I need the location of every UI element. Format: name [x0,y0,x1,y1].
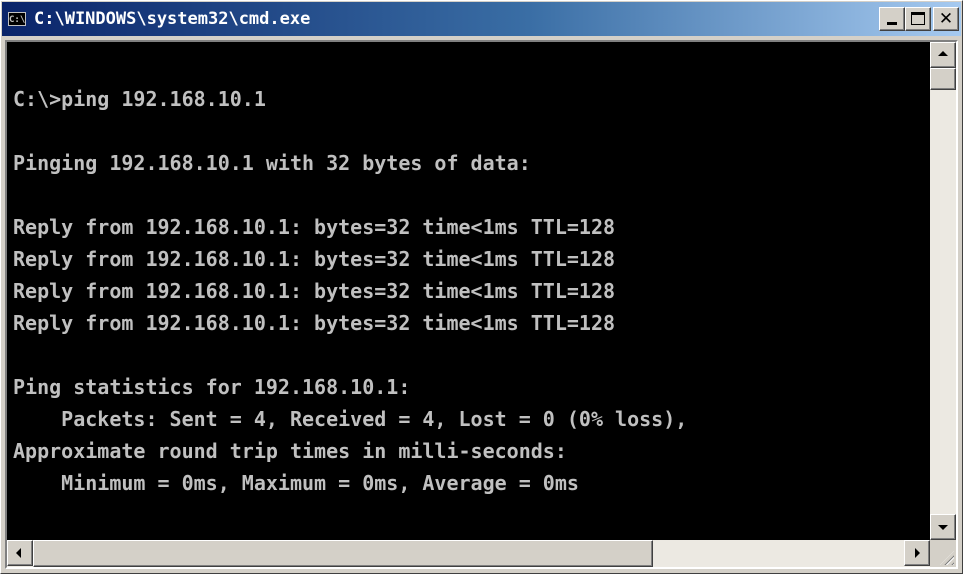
vertical-scroll-thumb[interactable] [930,68,956,90]
horizontal-scrollbar[interactable] [7,540,930,567]
console-output[interactable]: C:\>ping 192.168.10.1 Pinging 192.168.10.… [7,42,930,540]
cmd-window: C:\ C:\WINDOWS\system32\cmd.exe ✕ C:\>pi… [0,0,963,574]
console-icon[interactable]: C:\ [8,12,26,26]
console-lines: C:\>ping 192.168.10.1 Pinging 192.168.10.… [13,51,687,531]
close-button[interactable]: ✕ [933,7,959,31]
scroll-left-button[interactable] [7,540,33,566]
minimize-icon [887,22,897,25]
console-line: Ping statistics for 192.168.10.1: [13,375,411,399]
console-line: Pinging 192.168.10.1 with 32 bytes of da… [13,151,531,175]
console-line: Minimum = 0ms, Maximum = 0ms, Average = … [13,471,579,495]
console-line: Reply from 192.168.10.1: bytes=32 time<1… [13,279,616,303]
resize-grip[interactable] [930,540,956,567]
horizontal-scroll-thumb[interactable] [33,540,653,567]
console-line: Reply from 192.168.10.1: bytes=32 time<1… [13,247,616,271]
console-client-area: C:\>ping 192.168.10.1 Pinging 192.168.10.… [5,40,958,569]
scroll-right-button[interactable] [904,540,930,566]
resize-grip-icon [940,551,954,565]
vertical-scrollbar[interactable] [930,42,956,540]
down-arrow-icon [938,525,948,530]
scroll-up-button[interactable] [930,42,956,68]
console-line: C:\>ping 192.168.10.1 [13,87,266,111]
minimize-button[interactable] [879,7,905,31]
title-bar[interactable]: C:\ C:\WINDOWS\system32\cmd.exe ✕ [2,2,961,36]
window-title: C:\WINDOWS\system32\cmd.exe [34,9,311,29]
close-icon: ✕ [938,9,954,29]
console-line: Reply from 192.168.10.1: bytes=32 time<1… [13,311,616,335]
maximize-button[interactable] [905,7,931,31]
right-arrow-icon [915,548,920,558]
up-arrow-icon [938,51,948,56]
scroll-down-button[interactable] [930,514,956,540]
console-line: Approximate round trip times in milli-se… [13,439,567,463]
left-arrow-icon [16,548,21,558]
maximize-icon [911,12,925,25]
window-controls: ✕ [879,7,959,31]
console-line: Reply from 192.168.10.1: bytes=32 time<1… [13,215,616,239]
console-line: Packets: Sent = 4, Received = 4, Lost = … [13,407,688,431]
